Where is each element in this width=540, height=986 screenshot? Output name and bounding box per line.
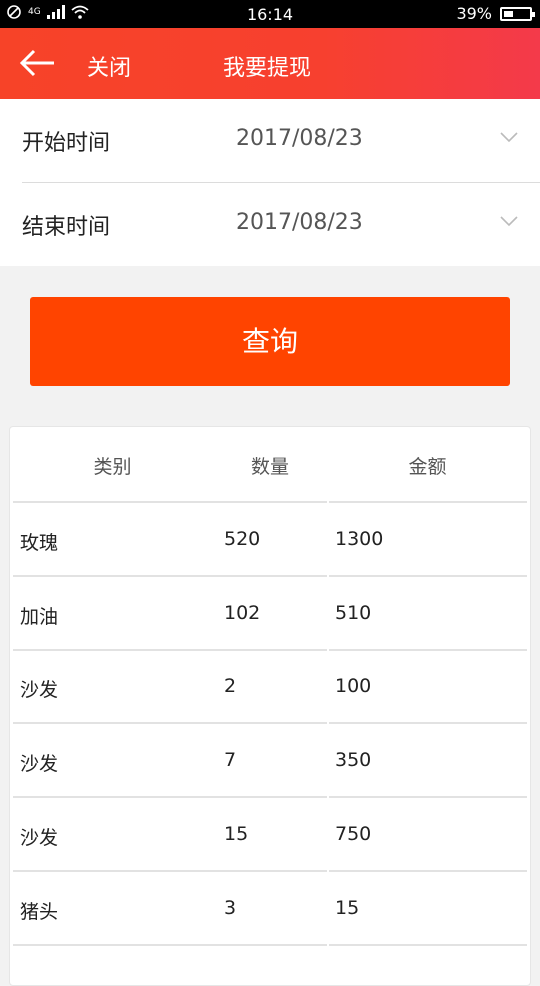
battery-level	[504, 10, 514, 17]
battery-icon	[500, 6, 535, 21]
header-category: 类别	[93, 456, 132, 478]
table-row: 加油 102 510	[10, 577, 530, 650]
table-row: 玫瑰 520 1300	[10, 503, 530, 576]
table-row: 沙发 7 350	[10, 724, 530, 797]
cell-category: 玫瑰	[20, 532, 59, 554]
start-date-label: 开始时间	[22, 131, 111, 156]
end-date-row[interactable]: 结束时间 2017/08/23	[0, 183, 540, 266]
table-header: 类别 数量 金额	[10, 427, 530, 501]
cell-category: 沙发	[20, 753, 59, 776]
end-date-value[interactable]: 2017/08/23	[236, 210, 363, 235]
header-amount: 金额	[408, 456, 447, 478]
chevron-down-icon[interactable]	[500, 215, 518, 227]
table-row: 猪头 3 15	[10, 872, 530, 945]
row-separator	[217, 943, 327, 946]
cell-amount: 15	[335, 896, 360, 919]
cell-quantity: 520	[224, 528, 261, 550]
cell-amount: 510	[335, 601, 372, 624]
cell-quantity: 15	[224, 822, 249, 845]
cell-quantity: 3	[224, 896, 237, 919]
cell-category: 加油	[20, 605, 59, 628]
battery-percent: 39%	[456, 4, 492, 23]
cell-amount: 350	[335, 749, 372, 772]
table-row: 沙发 15 750	[10, 798, 530, 871]
cell-amount: 1300	[335, 528, 384, 550]
close-button[interactable]: 关闭	[87, 50, 131, 82]
cell-quantity: 7	[224, 749, 237, 772]
status-right: 39%	[456, 4, 535, 23]
cell-category: 沙发	[20, 679, 59, 702]
end-date-label: 结束时间	[22, 215, 111, 240]
start-date-row[interactable]: 开始时间 2017/08/23	[0, 99, 540, 183]
row-separator	[329, 943, 527, 946]
table-row: 沙发 2 100	[10, 650, 530, 723]
cell-quantity: 102	[224, 601, 261, 624]
results-table: 类别 数量 金额 玫瑰 520 1300 加油 102 510 沙发 2 100 沙发 7 350 沙发…	[9, 426, 531, 986]
page-title: 我要提现	[223, 56, 312, 81]
status-bar: 4G 16:14 39%	[0, 0, 540, 28]
start-date-value[interactable]: 2017/08/23	[236, 126, 363, 151]
cell-amount: 750	[335, 822, 372, 845]
cell-category: 沙发	[20, 826, 59, 849]
app-header: 关闭 我要提现	[0, 28, 540, 99]
cell-amount: 100	[335, 675, 372, 698]
arrow-left-icon[interactable]	[18, 46, 58, 80]
row-separator	[13, 943, 218, 946]
query-button[interactable]: 查询	[30, 297, 510, 386]
cell-category: 猪头	[20, 900, 59, 923]
date-filter-panel: 开始时间 2017/08/23 结束时间 2017/08/23	[0, 99, 540, 266]
cell-quantity: 2	[224, 675, 237, 698]
header-quantity: 数量	[250, 456, 289, 478]
chevron-down-icon[interactable]	[500, 131, 518, 143]
